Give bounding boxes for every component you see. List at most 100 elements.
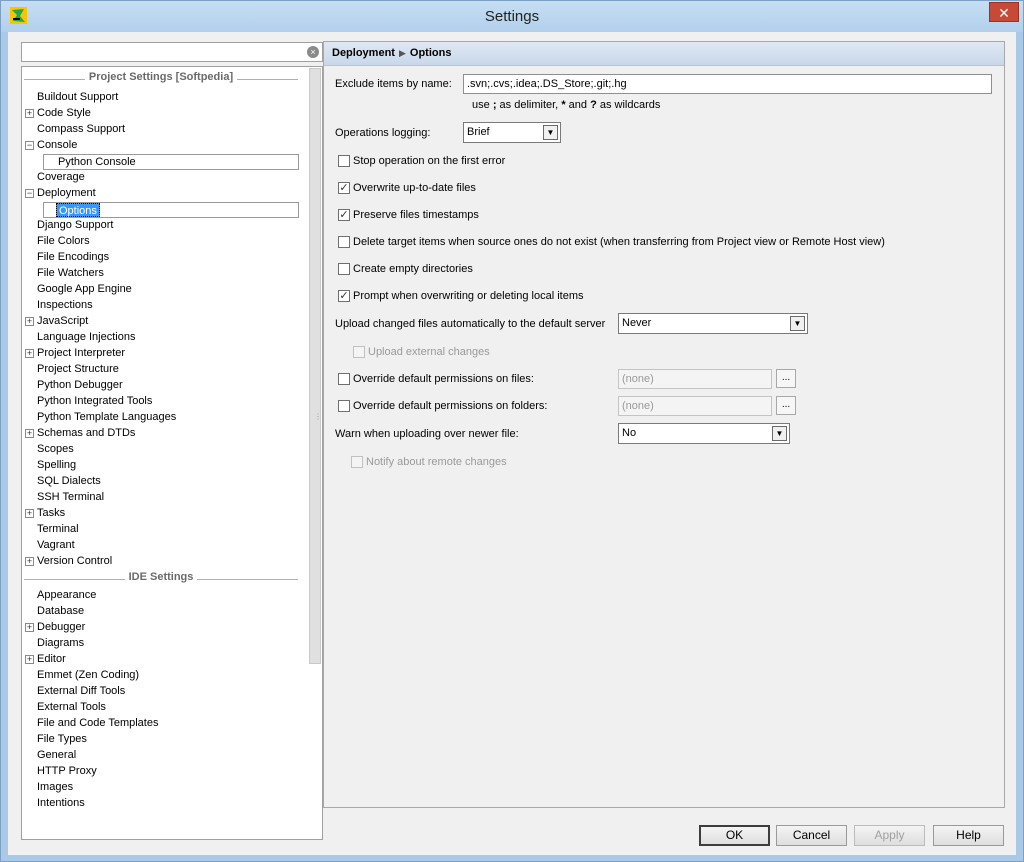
expand-icon[interactable]: + <box>25 109 34 118</box>
ok-button[interactable]: OK <box>699 825 770 846</box>
tree-item-label: Version Control <box>37 555 113 567</box>
tree-item-diagrams[interactable]: Diagrams <box>22 635 302 651</box>
expand-icon[interactable]: + <box>25 429 34 438</box>
help-button[interactable]: Help <box>933 825 1004 846</box>
tree-item-label: Project Structure <box>37 363 119 375</box>
tree-item-language-injections[interactable]: Language Injections <box>22 329 302 345</box>
upload-external-checkbox[interactable] <box>353 346 365 358</box>
tree-item-label: Appearance <box>37 589 97 601</box>
tree-item-tasks[interactable]: + Tasks <box>22 505 302 521</box>
tree-item-python-template-languages[interactable]: Python Template Languages <box>22 409 302 425</box>
tree-item-label: Images <box>37 781 74 793</box>
stop-on-error-label: Stop operation on the first error <box>353 155 506 167</box>
tree-item-project-structure[interactable]: Project Structure <box>22 361 302 377</box>
tree-item-appearance[interactable]: Appearance <box>22 587 302 603</box>
tree-item-javascript[interactable]: + JavaScript <box>22 313 302 329</box>
exclude-items-input[interactable]: .svn;.cvs;.idea;.DS_Store;.git;.hg <box>463 74 992 94</box>
tree-item-buildout-support[interactable]: Buildout Support <box>22 89 302 105</box>
logging-label: Operations logging: <box>335 127 431 139</box>
warn-newer-file-select[interactable]: No ▼ <box>618 423 790 444</box>
tree-item-ssh-terminal[interactable]: SSH Terminal <box>22 489 302 505</box>
dropdown-arrow-icon[interactable]: ▼ <box>772 426 787 441</box>
dropdown-arrow-icon[interactable]: ▼ <box>543 125 558 140</box>
tree-item-sql-dialects[interactable]: SQL Dialects <box>22 473 302 489</box>
override-files-label: Override default permissions on files: <box>353 373 534 385</box>
tree-child-options[interactable]: Options <box>43 202 299 218</box>
tree-item-django-support[interactable]: Django Support <box>22 217 302 233</box>
tree-item-debugger[interactable]: + Debugger <box>22 619 302 635</box>
upload-automatically-select[interactable]: Never ▼ <box>618 313 808 334</box>
tree-item-general[interactable]: General <box>22 747 302 763</box>
settings-search-input[interactable]: × <box>21 42 323 62</box>
collapse-icon[interactable]: − <box>25 141 34 150</box>
tree-child-python-console[interactable]: Python Console <box>43 154 299 170</box>
tree-item-images[interactable]: Images <box>22 779 302 795</box>
tree-item-google-app-engine[interactable]: Google App Engine <box>22 281 302 297</box>
tree-item-file-types[interactable]: File Types <box>22 731 302 747</box>
exclude-hint: use ; as delimiter, * and ? as wildcards <box>472 99 661 111</box>
clear-search-icon[interactable]: × <box>307 46 319 58</box>
stop-on-error-checkbox[interactable] <box>338 155 350 167</box>
tree-item-python-integrated-tools[interactable]: Python Integrated Tools <box>22 393 302 409</box>
expand-icon[interactable]: + <box>25 655 34 664</box>
override-folders-input[interactable]: (none) <box>618 396 772 416</box>
expand-icon[interactable]: + <box>25 509 34 518</box>
notify-remote-checkbox[interactable] <box>351 456 363 468</box>
tree-item-label: Deployment <box>37 187 96 199</box>
expand-icon[interactable]: + <box>25 317 34 326</box>
tree-item-file-colors[interactable]: File Colors <box>22 233 302 249</box>
tree-item-file-encodings[interactable]: File Encodings <box>22 249 302 265</box>
cancel-button[interactable]: Cancel <box>776 825 847 846</box>
tree-item-label: Database <box>37 605 85 617</box>
tree-item-inspections[interactable]: Inspections <box>22 297 302 313</box>
browse-folders-button[interactable]: ... <box>776 396 796 415</box>
tree-item-schemas-and-dtds[interactable]: + Schemas and DTDs <box>22 425 302 441</box>
override-files-input[interactable]: (none) <box>618 369 772 389</box>
tree-scrollbar[interactable] <box>309 68 321 664</box>
tree-item-label: File Watchers <box>37 267 104 279</box>
tree-item-code-style[interactable]: + Code Style <box>22 105 302 121</box>
dropdown-arrow-icon[interactable]: ▼ <box>790 316 805 331</box>
override-files-checkbox[interactable] <box>338 373 350 385</box>
overwrite-checkbox[interactable]: ✓ <box>338 182 350 194</box>
tree-item-external-diff-tools[interactable]: External Diff Tools <box>22 683 302 699</box>
tree-item-label: Terminal <box>37 523 79 535</box>
preserve-timestamps-checkbox[interactable]: ✓ <box>338 209 350 221</box>
tree-item-project-interpreter[interactable]: + Project Interpreter <box>22 345 302 361</box>
notify-remote-label: Notify about remote changes <box>366 456 507 468</box>
prompt-overwrite-checkbox[interactable]: ✓ <box>338 290 350 302</box>
tree-item-file-and-code-templates[interactable]: File and Code Templates <box>22 715 302 731</box>
splitter-handle[interactable]: ⋮ <box>314 412 322 426</box>
tree-item-http-proxy[interactable]: HTTP Proxy <box>22 763 302 779</box>
tree-item-terminal[interactable]: Terminal <box>22 521 302 537</box>
apply-button[interactable]: Apply <box>854 825 925 846</box>
browse-files-button[interactable]: ... <box>776 369 796 388</box>
expand-icon[interactable]: + <box>25 349 34 358</box>
collapse-icon[interactable]: − <box>25 189 34 198</box>
tree-item-label: Buildout Support <box>37 91 119 103</box>
tree-item-coverage[interactable]: Coverage <box>22 169 302 185</box>
tree-item-intentions[interactable]: Intentions <box>22 795 302 811</box>
tree-item-python-debugger[interactable]: Python Debugger <box>22 377 302 393</box>
override-folders-checkbox[interactable] <box>338 400 350 412</box>
tree-item-console[interactable]: − Console <box>22 137 302 153</box>
tree-item-vagrant[interactable]: Vagrant <box>22 537 302 553</box>
tree-item-editor[interactable]: + Editor <box>22 651 302 667</box>
expand-icon[interactable]: + <box>25 557 34 566</box>
upload-label: Upload changed files automatically to th… <box>335 318 606 330</box>
tree-item-deployment[interactable]: − Deployment <box>22 185 302 201</box>
tree-item-version-control[interactable]: + Version Control <box>22 553 302 569</box>
create-empty-dirs-checkbox[interactable] <box>338 263 350 275</box>
tree-item-compass-support[interactable]: Compass Support <box>22 121 302 137</box>
expand-icon[interactable]: + <box>25 623 34 632</box>
tree-item-scopes[interactable]: Scopes <box>22 441 302 457</box>
project-settings-header: Project Settings [Softpedia] <box>24 71 298 87</box>
tree-item-database[interactable]: Database <box>22 603 302 619</box>
operations-logging-select[interactable]: Brief ▼ <box>463 122 561 143</box>
tree-item-emmet-zen-coding-[interactable]: Emmet (Zen Coding) <box>22 667 302 683</box>
close-window-button[interactable]: ✕ <box>989 2 1019 22</box>
tree-item-spelling[interactable]: Spelling <box>22 457 302 473</box>
tree-item-file-watchers[interactable]: File Watchers <box>22 265 302 281</box>
tree-item-external-tools[interactable]: External Tools <box>22 699 302 715</box>
delete-target-checkbox[interactable] <box>338 236 350 248</box>
